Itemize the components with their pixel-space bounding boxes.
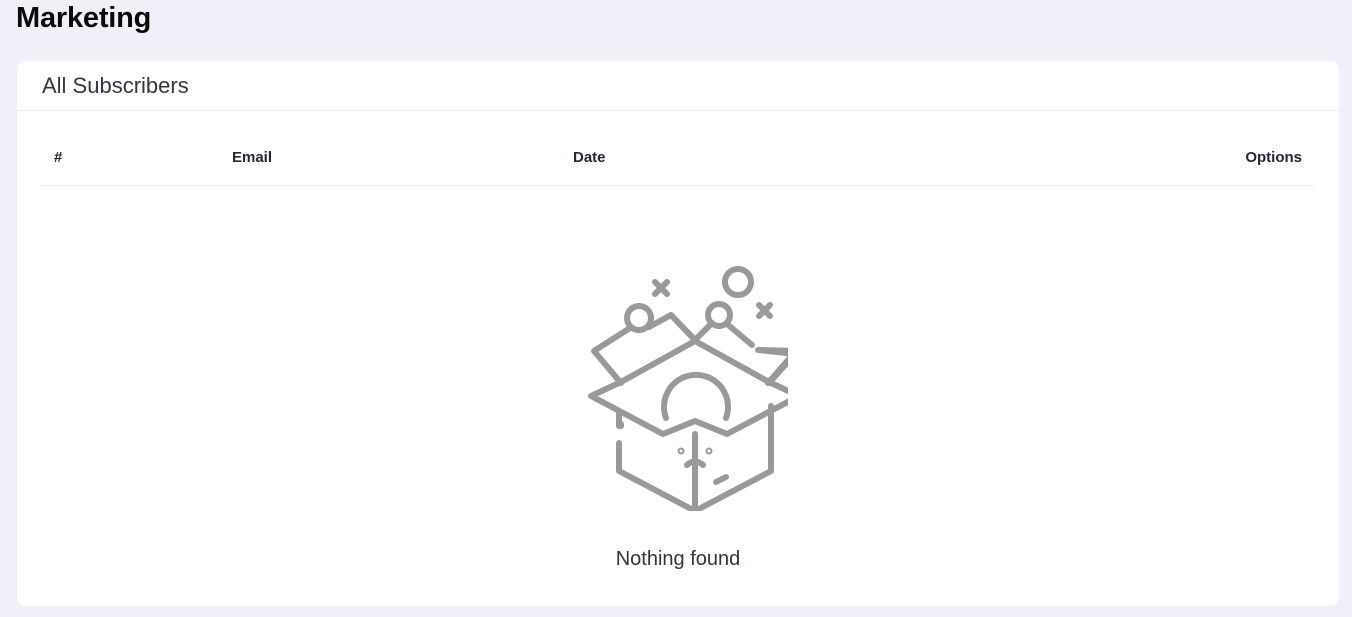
card-header: All Subscribers	[17, 61, 1339, 111]
subscribers-card: All Subscribers # Email Date Options Not…	[17, 61, 1339, 606]
column-header-options: Options	[1245, 149, 1302, 166]
column-header-number: #	[54, 149, 63, 166]
empty-box-sad-face-icon	[568, 261, 802, 514]
empty-state-message: Nothing found	[615, 548, 741, 570]
table-header: # Email Date Options	[41, 135, 1314, 186]
page-title: Marketing	[16, 2, 152, 34]
card-title: All Subscribers	[42, 72, 189, 98]
column-header-date: Date	[573, 149, 606, 166]
column-header-email: Email	[232, 149, 273, 166]
